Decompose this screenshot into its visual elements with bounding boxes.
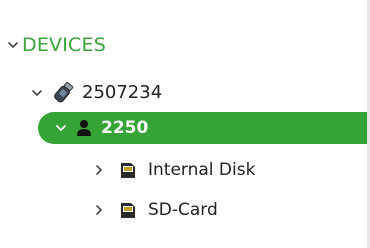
chevron-down-icon[interactable]	[30, 86, 44, 100]
chevron-right-icon[interactable]	[92, 163, 106, 177]
sd-card-icon	[120, 201, 136, 219]
tree-node-devices[interactable]: DEVICES	[0, 28, 367, 62]
devices-tree: DEVICES 2507234 2250 Internal Disk SD-Ca…	[0, 0, 370, 248]
tree-node-device[interactable]: 2507234	[0, 76, 367, 110]
tree-node-label: DEVICES	[22, 33, 106, 56]
tree-node-label: 2507234	[82, 82, 163, 103]
tree-node-user-selected[interactable]: 2250	[38, 112, 367, 144]
usb-device-icon	[50, 80, 76, 106]
tree-node-label: SD-Card	[148, 199, 218, 220]
tree-node-label: Internal Disk	[148, 159, 256, 180]
tree-node-storage[interactable]: SD-Card	[0, 194, 367, 226]
tree-node-storage[interactable]: Internal Disk	[0, 154, 367, 186]
chevron-down-icon[interactable]	[6, 38, 20, 52]
user-icon	[76, 119, 92, 137]
chevron-down-icon[interactable]	[54, 121, 68, 135]
chevron-right-icon[interactable]	[92, 203, 106, 217]
tree-node-label: 2250	[101, 117, 149, 138]
sd-card-icon	[120, 161, 136, 179]
